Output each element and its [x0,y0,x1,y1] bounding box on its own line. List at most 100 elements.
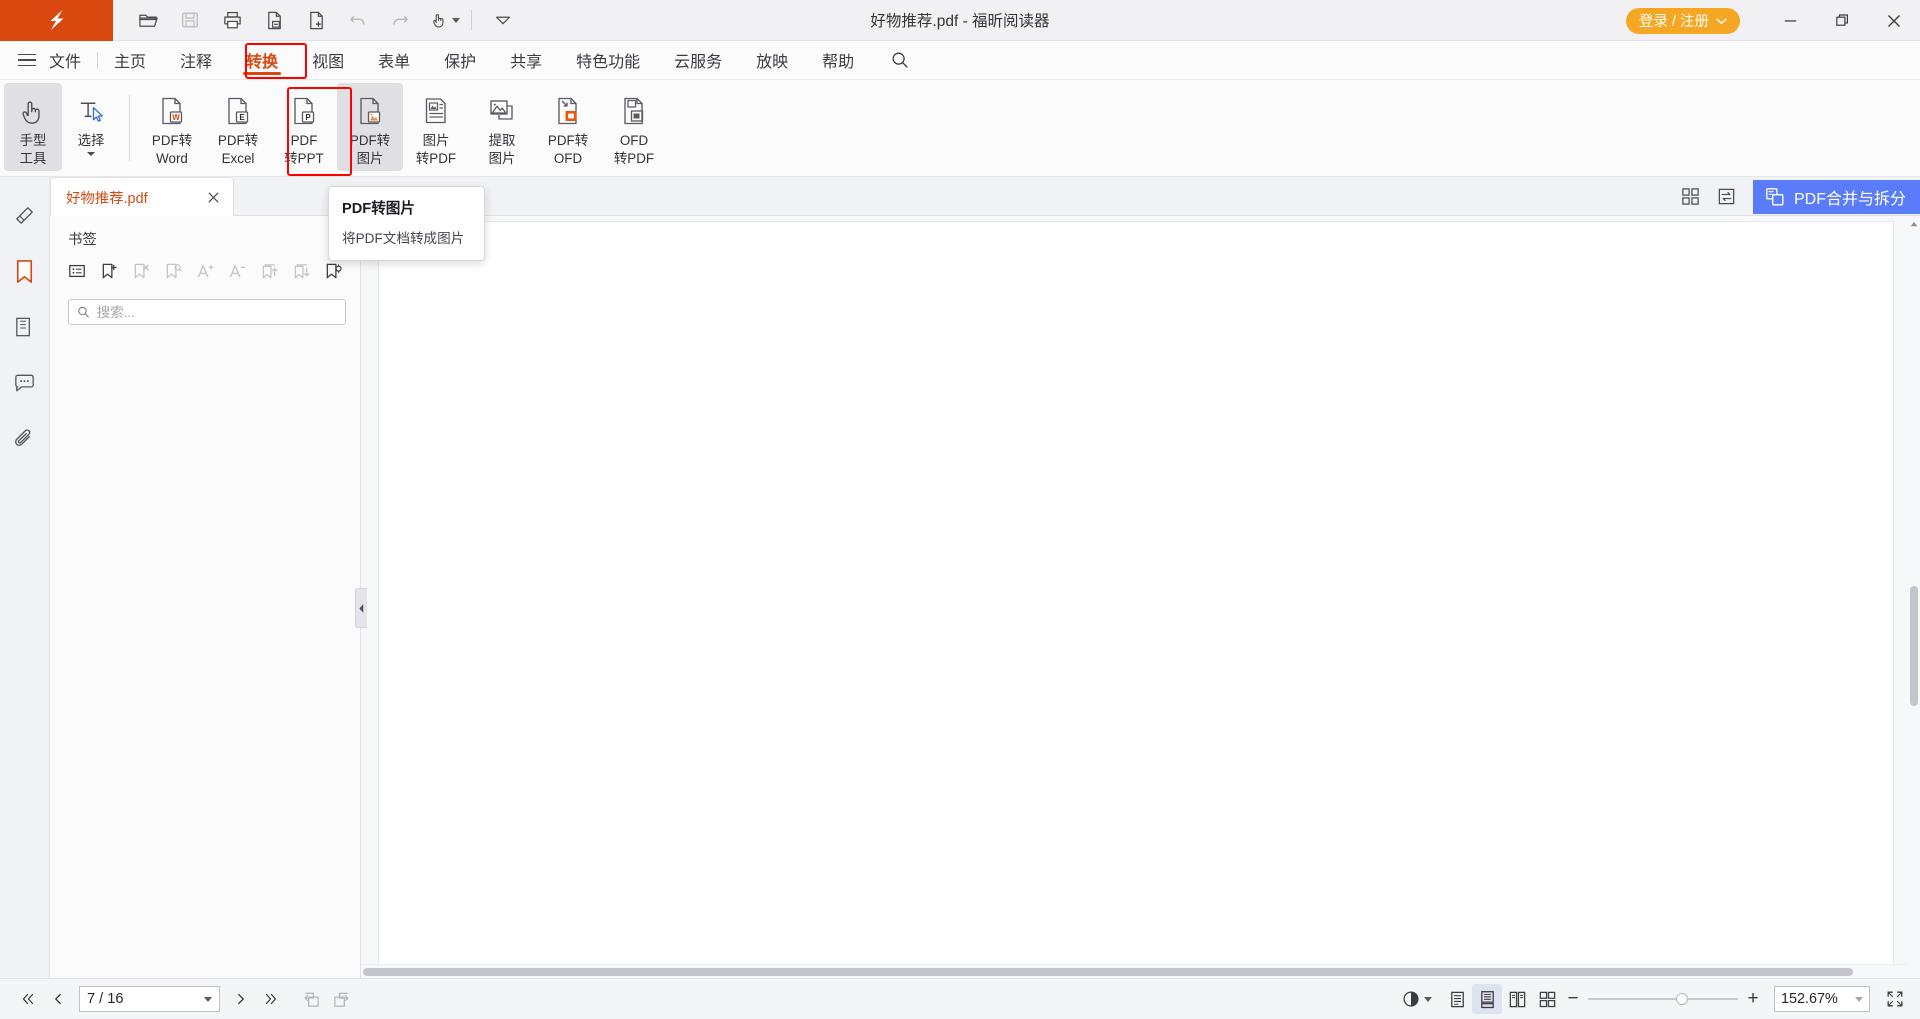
zoom-slider-knob[interactable] [1676,993,1688,1005]
double-chevron-right-icon [262,990,280,1008]
left-rail [0,177,50,978]
scroll-up-icon[interactable] [1907,216,1920,231]
ribbon-extract-image[interactable]: 提取 图片 [469,83,535,171]
menu-item-view[interactable]: 视图 [312,41,344,80]
delete-bookmark-button[interactable] [126,257,156,285]
zoom-out-button[interactable]: − [1562,988,1584,1010]
continuous-page-button[interactable] [1472,984,1502,1014]
document-tab[interactable]: 好物推荐.pdf [50,177,234,216]
ribbon-pdf-to-ppt[interactable]: P PDF 转PPT [271,83,337,171]
ribbon-pdf-to-ofd[interactable]: PDF转 OFD [535,83,601,171]
undo-button[interactable] [338,1,378,39]
menu-item-present[interactable]: 放映 [756,41,788,80]
reading-mode-caret[interactable] [1424,997,1432,1002]
print-button[interactable] [212,1,252,39]
svg-text:E: E [239,113,245,122]
save-file-button[interactable] [170,1,210,39]
single-page-button[interactable] [1442,984,1472,1014]
hand-tool-icon [17,91,50,131]
rail-annotate-button[interactable] [3,187,47,243]
menu-item-comment[interactable]: 注释 [180,41,212,80]
grid-view-button[interactable] [1673,180,1709,214]
zoom-in-button[interactable]: + [1742,988,1764,1010]
restore-icon [1834,12,1851,29]
first-page-button[interactable] [13,984,43,1014]
rail-attachments-button[interactable] [3,411,47,467]
login-register-button[interactable]: 登录 / 注册 [1626,8,1740,34]
ofd-to-pdf-icon [617,91,651,131]
zoom-slider[interactable] [1588,991,1738,1007]
select-tool-caret-icon[interactable] [87,152,95,156]
page-dropdown-caret-icon[interactable] [204,997,212,1002]
rotate-right-button[interactable] [326,984,356,1014]
rail-comments-button[interactable] [3,355,47,411]
ribbon-pdf-to-image[interactable]: PDF转 图片 [337,83,403,171]
chevron-left-icon [358,603,365,614]
menu-item-cloud[interactable]: 云服务 [674,41,722,80]
menu-item-home[interactable]: 主页 [114,41,146,80]
menu-item-form[interactable]: 表单 [378,41,410,80]
rotate-left-button[interactable] [296,984,326,1014]
pdf-page[interactable] [378,221,1894,976]
bookmark-list-button[interactable] [62,257,92,285]
hamburger-icon[interactable] [18,54,40,67]
open-file-button[interactable] [128,1,168,39]
rail-pages-button[interactable] [3,299,47,355]
merge-split-icon [1764,186,1786,208]
bookmark-options-button[interactable] [318,257,348,285]
bookmark-search-box[interactable] [68,299,346,325]
increase-font-button[interactable] [190,257,220,285]
close-button[interactable] [1868,0,1920,41]
add-bookmark-button[interactable] [94,257,124,285]
ribbon-pdf-to-ofd-label-1: PDF转 [548,133,588,149]
rail-bookmarks-button[interactable] [3,243,47,299]
horizontal-scroll-thumb[interactable] [363,968,1853,976]
zoom-level-box[interactable]: 152.67% [1774,986,1870,1012]
ribbon-ofd-to-pdf[interactable]: OFD 转PDF [601,83,667,171]
menu-search-button[interactable] [890,50,910,70]
move-bookmark-down-button[interactable] [286,257,316,285]
reading-mode-button[interactable] [1396,984,1426,1014]
find-bookmark-button[interactable] [158,257,188,285]
page-number-box[interactable]: 7 / 16 [79,986,220,1012]
move-bookmark-up-button[interactable] [254,257,284,285]
fullscreen-button[interactable] [1880,984,1910,1014]
vertical-scrollbar[interactable] [1907,216,1920,962]
two-page-cover-button[interactable] [1532,984,1562,1014]
ribbon-pdf-to-excel[interactable]: E PDF转 Excel [205,83,271,171]
last-page-button[interactable] [256,984,286,1014]
restore-button[interactable] [1816,0,1868,41]
prev-page-button[interactable] [43,984,73,1014]
hand-tool-dropdown-button[interactable] [422,1,456,39]
ribbon-hand-tool[interactable]: 手型 工具 [4,83,62,171]
vertical-scroll-thumb[interactable] [1910,586,1918,706]
bookmark-panel-title: 书签 [50,216,360,249]
redo-button[interactable] [380,1,420,39]
move-bookmark-down-icon [292,262,311,281]
new-file-button[interactable] [296,1,336,39]
minimize-button[interactable] [1764,0,1816,41]
pdf-merge-split-button[interactable]: PDF合并与拆分 [1753,180,1920,214]
hand-tool-caret[interactable] [452,18,460,23]
menu-item-protect[interactable]: 保护 [444,41,476,80]
menu-item-help[interactable]: 帮助 [822,41,854,80]
ribbon-pdf-to-ppt-label-1: PDF [291,133,318,149]
panel-collapse-handle[interactable] [355,588,367,628]
ribbon-pdf-to-word[interactable]: W PDF转 Word [139,83,205,171]
create-from-file-button[interactable] [254,1,294,39]
ribbon-image-to-pdf[interactable]: 图片 转PDF [403,83,469,171]
customize-toolbar-button[interactable] [483,1,523,39]
menu-item-features[interactable]: 特色功能 [576,41,640,80]
decrease-font-button[interactable] [222,257,252,285]
zoom-dropdown-caret-icon[interactable] [1855,997,1863,1002]
menu-item-share[interactable]: 共享 [510,41,542,80]
two-page-button[interactable] [1502,984,1532,1014]
document-tab-close-button[interactable] [203,187,223,207]
menu-item-convert[interactable]: 转换 [246,41,278,80]
bookmark-search-input[interactable] [97,305,337,320]
compare-documents-button[interactable] [1709,180,1745,214]
horizontal-scrollbar[interactable] [361,964,1907,978]
next-page-button[interactable] [226,984,256,1014]
ribbon-select-tool[interactable]: 选择 [62,83,120,171]
menu-item-file[interactable]: 文件 [49,41,81,80]
